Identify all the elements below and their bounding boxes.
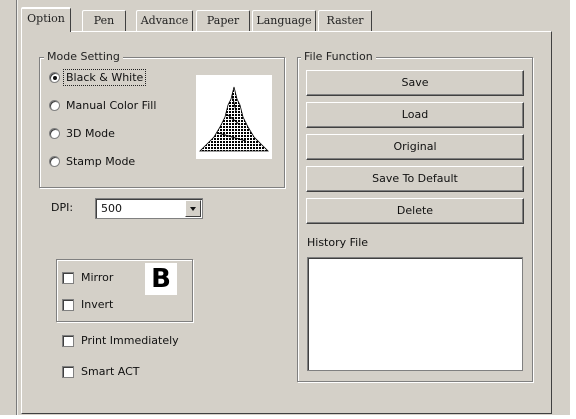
checkbox-label: Smart ACT [81,365,140,378]
radio-indicator [49,156,60,167]
smart-act-checkbox[interactable]: Smart ACT [62,364,162,380]
tab-advance[interactable]: Advance [136,10,193,32]
radio-black-white[interactable]: Black & White [49,69,189,86]
save-to-default-button[interactable]: Save To Default [306,166,524,192]
checkbox-box [62,299,74,311]
load-button[interactable]: Load [306,102,524,128]
radio-label: Stamp Mode [66,155,136,168]
checkbox-box [62,272,74,284]
print-immediately-checkbox[interactable]: Print Immediately [62,333,192,349]
tab-language[interactable]: Language [252,10,316,32]
dpi-dropdown[interactable]: 500 [95,198,203,219]
checkbox-label: Print Immediately [81,334,179,347]
invert-checkbox[interactable]: Invert [62,297,132,313]
tab-pen[interactable]: Pen [82,10,126,32]
original-button[interactable]: Original [306,134,524,160]
dpi-value: 500 [101,202,122,215]
radio-label: Black & White [62,69,147,86]
mirror-checkbox[interactable]: Mirror [62,270,132,286]
radio-indicator [49,100,60,111]
history-file-list[interactable] [307,257,523,371]
radio-stamp-mode[interactable]: Stamp Mode [49,154,189,170]
checkbox-label: Invert [81,298,114,311]
mode-setting-title: Mode Setting [44,51,123,63]
letter-preview: B [145,263,177,295]
tab-raster[interactable]: Raster [318,10,372,32]
radio-indicator [49,128,60,139]
chevron-down-icon[interactable] [185,200,201,217]
checkbox-box [62,366,74,378]
checkbox-label: Mirror [81,271,114,284]
file-function-title: File Function [301,51,376,63]
delete-button[interactable]: Delete [306,198,524,224]
window-right-edge [570,0,576,419]
save-button[interactable]: Save [306,70,524,96]
halftone-mountain-icon [199,86,269,152]
tab-option[interactable]: Option [21,7,71,32]
radio-indicator [49,72,60,83]
history-file-label: History File [307,236,369,249]
tab-paper[interactable]: Paper [196,10,250,32]
radio-label: Manual Color Fill [66,99,157,112]
radio-manual-color-fill[interactable]: Manual Color Fill [49,98,189,114]
window-bottom-edge [0,415,576,419]
halftone-preview [196,75,272,159]
radio-3d-mode[interactable]: 3D Mode [49,126,189,142]
checkbox-box [62,335,74,347]
radio-label: 3D Mode [66,127,115,140]
dpi-label: DPI: [51,201,74,214]
window-left-edge [16,0,18,419]
